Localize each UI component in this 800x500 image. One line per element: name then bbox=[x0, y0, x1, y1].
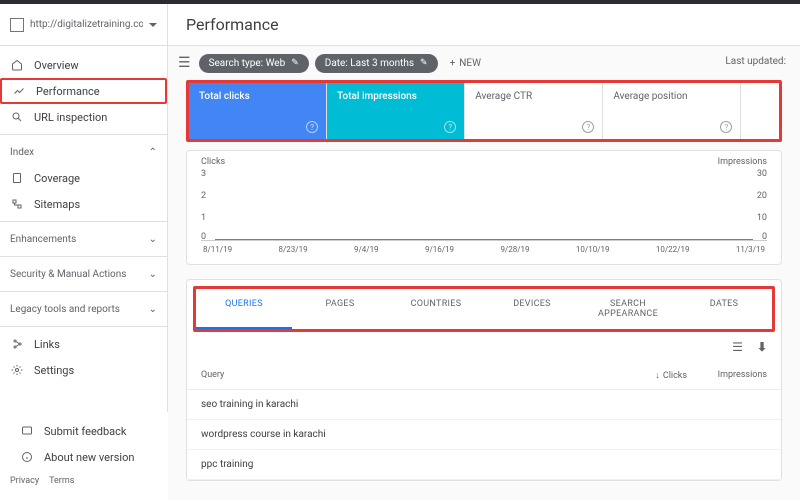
metrics-row: Total clicks ? Total impressions ? Avera… bbox=[186, 80, 782, 142]
table-row[interactable]: wordpress course in karachi bbox=[187, 420, 781, 450]
sidebar-section-index[interactable]: Index ⌃ bbox=[0, 139, 167, 165]
search-icon bbox=[10, 110, 24, 124]
sidebar-item-coverage[interactable]: Coverage bbox=[0, 165, 167, 191]
info-icon bbox=[20, 450, 34, 464]
content: ☰ Search type: Web ✎ Date: Last 3 months… bbox=[168, 46, 800, 500]
sidebar-item-links[interactable]: Links bbox=[0, 331, 167, 357]
sidebar-section-security[interactable]: Security & Manual Actions ⌄ bbox=[0, 261, 167, 287]
chevron-down-icon: ⌄ bbox=[149, 234, 157, 245]
tab-pages[interactable]: PAGES bbox=[292, 289, 388, 329]
tab-queries[interactable]: QUERIES bbox=[196, 289, 292, 329]
chevron-down-icon bbox=[149, 23, 157, 27]
table-filter-icon[interactable]: ☰ bbox=[732, 340, 743, 354]
table-header: Query ↓Clicks Impressions bbox=[187, 362, 781, 390]
sidebar-item-about[interactable]: About new version bbox=[10, 444, 158, 470]
col-impressions[interactable]: Impressions bbox=[687, 370, 767, 381]
privacy-link[interactable]: Privacy bbox=[10, 476, 39, 486]
tab-search-appearance[interactable]: SEARCH APPEARANCE bbox=[580, 289, 676, 329]
right-axis-label: Impressions bbox=[718, 157, 767, 167]
chevron-up-icon: ⌃ bbox=[149, 147, 157, 158]
chevron-down-icon: ⌄ bbox=[149, 304, 157, 315]
sidebar-item-url-inspection[interactable]: URL inspection bbox=[0, 104, 167, 130]
tab-dates[interactable]: DATES bbox=[676, 289, 772, 329]
table-card: QUERIES PAGES COUNTRIES DEVICES SEARCH A… bbox=[186, 279, 782, 481]
chart-card: Clicks Impressions 3 2 1 0 30 20 10 0 8/… bbox=[186, 150, 782, 265]
home-icon bbox=[10, 58, 24, 72]
last-updated: Last updated: bbox=[725, 56, 786, 67]
chevron-down-icon: ⌄ bbox=[149, 269, 157, 280]
left-axis-label: Clicks bbox=[201, 157, 225, 167]
sidebar-footer: Submit feedback About new version Privac… bbox=[0, 412, 168, 500]
metric-average-ctr[interactable]: Average CTR ? bbox=[465, 83, 603, 139]
download-icon[interactable]: ⬇ bbox=[757, 340, 767, 354]
chip-search-type[interactable]: Search type: Web ✎ bbox=[199, 54, 309, 73]
sidebar-item-performance[interactable]: Performance bbox=[0, 78, 167, 104]
table-tabs: QUERIES PAGES COUNTRIES DEVICES SEARCH A… bbox=[193, 286, 775, 332]
help-icon[interactable]: ? bbox=[582, 121, 594, 133]
sidebar-item-feedback[interactable]: Submit feedback bbox=[10, 418, 158, 444]
sort-down-icon: ↓ bbox=[655, 370, 660, 381]
metric-average-position[interactable]: Average position ? bbox=[603, 83, 741, 139]
header: http://digitalizetraining.com/ Performan… bbox=[0, 4, 800, 46]
page-title: Performance bbox=[186, 15, 279, 34]
sidebar-section-legacy[interactable]: Legacy tools and reports ⌄ bbox=[0, 296, 167, 322]
terms-link[interactable]: Terms bbox=[49, 476, 74, 486]
chip-date[interactable]: Date: Last 3 months ✎ bbox=[315, 54, 438, 73]
site-url: http://digitalizetraining.com/ bbox=[30, 19, 143, 30]
plus-icon: + bbox=[450, 58, 456, 69]
document-icon bbox=[10, 171, 24, 185]
filter-icon[interactable]: ☰ bbox=[178, 55, 191, 71]
site-icon bbox=[10, 18, 24, 32]
table-row[interactable]: ppc training bbox=[187, 450, 781, 480]
tab-countries[interactable]: COUNTRIES bbox=[388, 289, 484, 329]
add-filter-button[interactable]: + NEW bbox=[450, 58, 481, 69]
property-selector[interactable]: http://digitalizetraining.com/ bbox=[0, 4, 168, 45]
sidebar-item-sitemaps[interactable]: Sitemaps bbox=[0, 191, 167, 217]
link-icon bbox=[10, 337, 24, 351]
x-axis: 8/11/19 8/23/19 9/4/19 9/16/19 9/28/19 1… bbox=[201, 245, 767, 254]
edit-icon: ✎ bbox=[291, 58, 299, 68]
col-query: Query bbox=[201, 370, 607, 381]
chart-line bbox=[215, 239, 753, 240]
table-row[interactable]: seo training in karachi bbox=[187, 390, 781, 420]
chart-area: 3 2 1 0 30 20 10 0 bbox=[201, 169, 767, 241]
metric-spacer bbox=[741, 83, 779, 139]
help-icon[interactable]: ? bbox=[306, 121, 318, 133]
feedback-icon bbox=[20, 424, 34, 438]
metric-total-impressions[interactable]: Total impressions ? bbox=[327, 83, 465, 139]
metric-total-clicks[interactable]: Total clicks ? bbox=[189, 83, 327, 139]
sitemap-icon bbox=[10, 197, 24, 211]
filter-bar: ☰ Search type: Web ✎ Date: Last 3 months… bbox=[168, 46, 800, 80]
edit-icon: ✎ bbox=[420, 58, 428, 68]
gear-icon bbox=[10, 363, 24, 377]
sidebar-item-settings[interactable]: Settings bbox=[0, 357, 167, 383]
help-icon[interactable]: ? bbox=[444, 121, 456, 133]
chart-icon bbox=[12, 84, 26, 98]
sidebar-section-enhancements[interactable]: Enhancements ⌄ bbox=[0, 226, 167, 252]
sidebar-item-overview[interactable]: Overview bbox=[0, 52, 167, 78]
help-icon[interactable]: ? bbox=[720, 121, 732, 133]
tab-devices[interactable]: DEVICES bbox=[484, 289, 580, 329]
col-clicks[interactable]: ↓Clicks bbox=[607, 370, 687, 381]
